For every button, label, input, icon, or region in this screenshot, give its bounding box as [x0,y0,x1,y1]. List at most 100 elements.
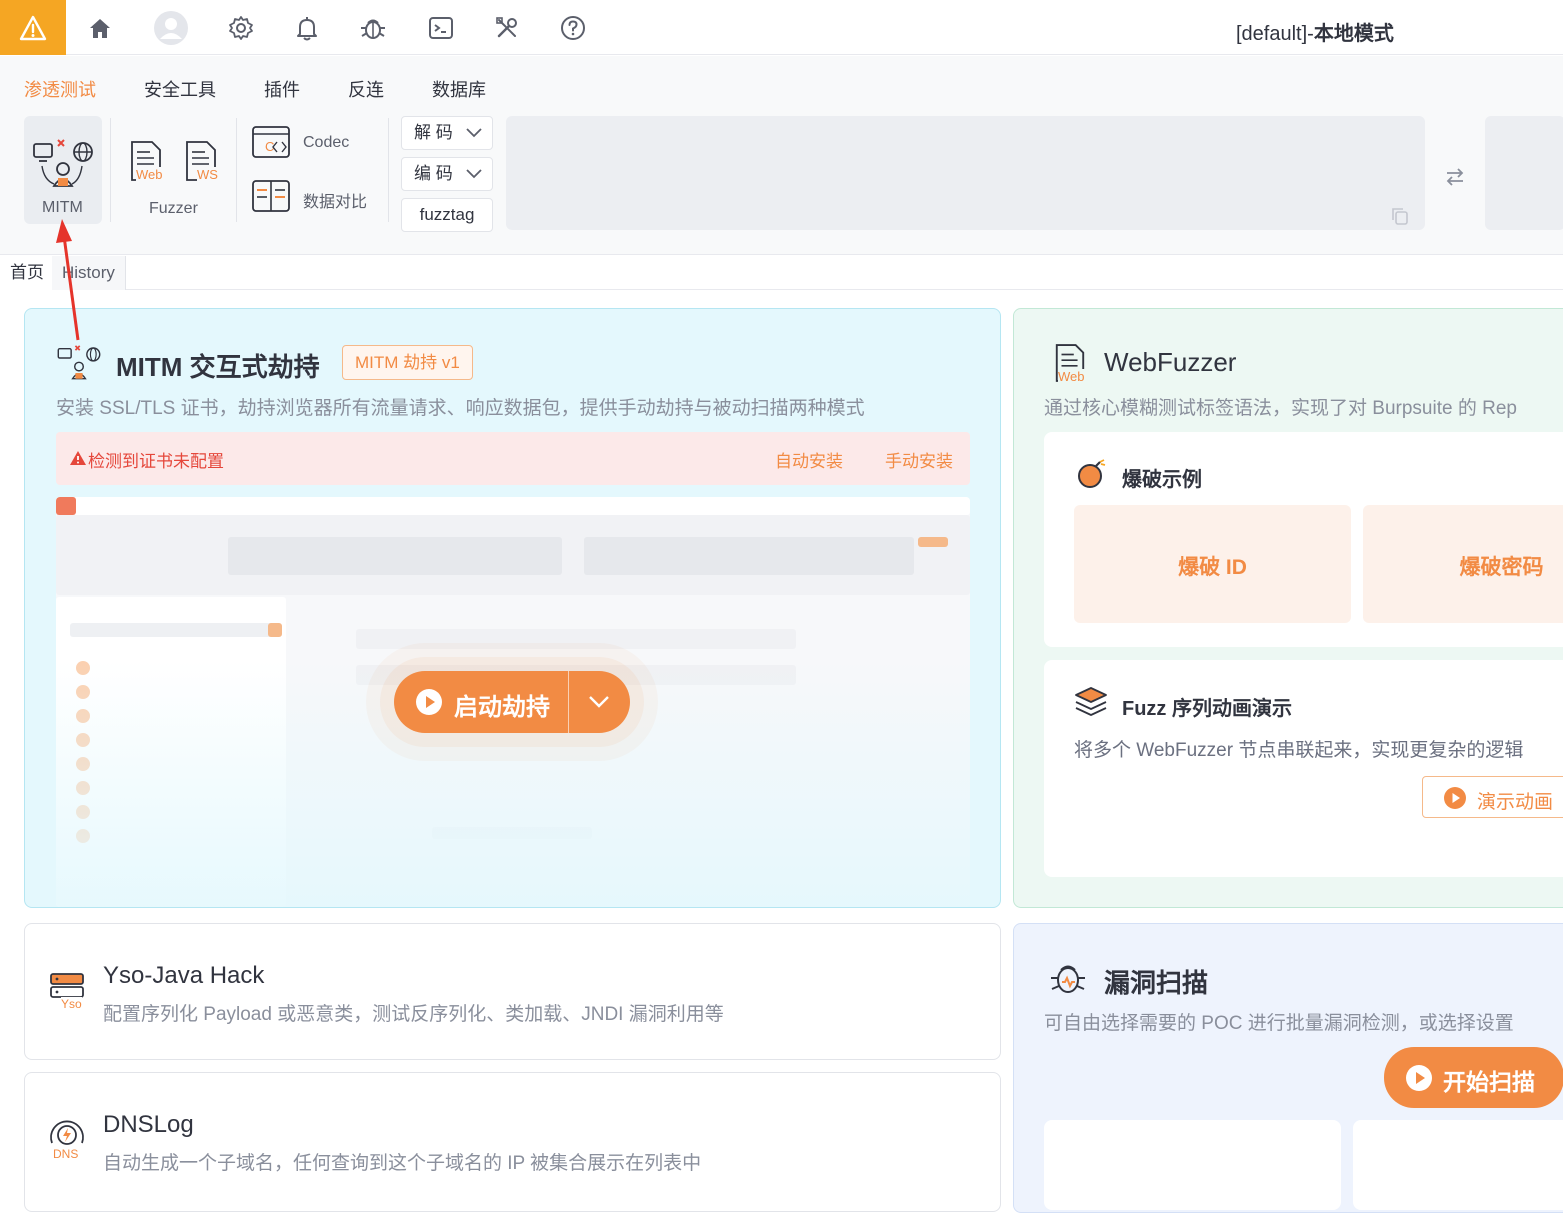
copy-icon[interactable] [1390,206,1410,226]
tab-history[interactable]: History [52,256,126,290]
chevron-down-icon [466,128,482,138]
chevron-down-icon[interactable] [588,695,610,709]
bug-scan-icon [1051,965,1085,993]
mitm-title: MITM 交互式劫持 [116,352,320,382]
manual-install-link[interactable]: 手动安装 [885,447,953,472]
settings-button[interactable] [225,12,257,44]
cert-alert: 检测到证书未配置 自动安装 手动安装 [56,432,970,485]
mitm-description: 安装 SSL/TLS 证书，劫持浏览器所有流量请求、响应数据包，提供手动劫持与被… [56,398,865,419]
swap-icon[interactable] [1444,166,1466,188]
toolbar-divider [236,118,237,222]
tab-pentest[interactable]: 渗透测试 [24,76,96,102]
settings-icon [229,16,253,40]
demo-animation-label: 演示动画 [1477,792,1554,813]
dns-tag: DNS [53,1147,79,1161]
mode-prefix: [default]- [1236,23,1314,45]
fuzz-sequence-description: 将多个 WebFuzzer 节点串联起来，实现更复杂的逻辑 [1074,740,1524,761]
start-hijack-button[interactable]: 启动劫持 [394,671,630,733]
compare-label: 数据对比 [303,194,368,211]
mitm-tool-button[interactable]: MITM [24,116,102,224]
yso-tag: Yso [61,997,82,1011]
tab-database[interactable]: 数据库 [432,76,486,102]
start-hijack-label: 启动劫持 [454,694,550,721]
burst-password-label: 爆破密码 [1459,556,1544,579]
compare-icon [252,180,290,212]
warning-button[interactable] [0,0,66,55]
decode-label: 解 码 [414,123,453,142]
bomb-icon [1078,459,1106,488]
tab-security-tools[interactable]: 安全工具 [144,76,216,102]
codec-label: Codec [303,134,350,151]
demo-animation-button[interactable]: 演示动画 [1422,776,1563,818]
start-scan-label: 开始扫描 [1443,1069,1535,1095]
fuzztag-button[interactable]: fuzztag [401,198,493,232]
dnslog-card[interactable] [24,1072,1001,1212]
decode-select[interactable]: 解 码 [401,116,493,150]
web-tag: Web [1058,369,1085,384]
dnslog-title: DNSLog [103,1111,194,1138]
avatar[interactable] [152,9,190,47]
mode-title: [default]-本地模式 [1236,17,1394,46]
scan-panel [1044,1120,1341,1210]
bell-icon [297,17,317,41]
help-icon [561,16,585,40]
play-icon [416,689,442,715]
cert-alert-text: 检测到证书未配置 [88,452,224,471]
web-tag: Web [136,167,163,182]
webfuzzer-title: WebFuzzer [1104,347,1237,377]
bug-icon [361,19,385,39]
main-nav: 渗透测试 安全工具 插件 反连 数据库 [0,56,1563,114]
web-fuzzer-tool[interactable]: Web [128,140,168,185]
mitm-icon [57,345,101,380]
tab-reverse[interactable]: 反连 [348,76,384,102]
layers-icon [1075,687,1107,716]
encode-label: 编 码 [414,164,453,183]
start-scan-button[interactable]: 开始扫描 [1384,1047,1563,1108]
tools-icon [496,17,517,38]
warning-icon [19,15,47,40]
tab-plugins[interactable]: 插件 [264,76,300,102]
codec-input-area[interactable] [506,116,1425,230]
vuln-scan-title: 漏洞扫描 [1104,968,1209,998]
toolbar: MITM Web WS Fuzzer C Codec 数据对比 解 码 编 码 … [0,110,1563,255]
burst-id-card[interactable]: 爆破 ID [1074,505,1351,623]
compare-tool[interactable]: 数据对比 [251,178,381,218]
auto-install-link[interactable]: 自动安装 [775,447,843,472]
play-icon [1406,1065,1432,1091]
yso-java-hack-card[interactable] [24,923,1001,1060]
ws-tag: WS [197,167,218,182]
codec-icon: C [252,126,290,158]
notification-button[interactable] [291,12,323,44]
play-icon [1444,787,1466,809]
home-button[interactable] [84,12,116,44]
burst-password-card[interactable]: 爆破密码 [1363,505,1563,623]
mitm-version-badge[interactable]: MITM 劫持 v1 [342,345,473,380]
alert-icon [70,451,86,465]
tools-button[interactable] [491,12,523,44]
codec-output-area[interactable] [1485,116,1563,230]
mitm-icon [33,139,93,187]
mode-name: 本地模式 [1313,23,1394,45]
mitm-label: MITM [42,199,83,216]
fuzz-sequence-title: Fuzz 序列动画演示 [1122,698,1292,720]
bug-button[interactable] [357,12,389,44]
fuzztag-label: fuzztag [419,205,475,224]
home-icon [90,19,110,38]
yso-description: 配置序列化 Payload 或恶意类，测试反序列化、类加载、JNDI 漏洞利用等 [103,1004,724,1025]
yso-title: Yso-Java Hack [103,962,265,989]
tab-home[interactable]: 首页 [0,256,55,290]
fuzzer-label: Fuzzer [149,200,198,217]
terminal-button[interactable] [425,12,457,44]
encode-select[interactable]: 编 码 [401,157,493,191]
scan-panel [1353,1120,1563,1210]
button-divider [568,671,569,733]
ws-fuzzer-tool[interactable]: WS [183,140,223,185]
burst-example-title: 爆破示例 [1122,469,1202,491]
toolbar-divider [388,118,389,222]
toolbar-divider [110,118,111,222]
codec-tool[interactable]: C Codec [251,124,361,164]
chevron-down-icon [466,169,482,179]
burst-id-label: 爆破 ID [1178,556,1247,579]
help-button[interactable] [557,12,589,44]
mitm-preview-image: 启动劫持 [56,497,970,907]
